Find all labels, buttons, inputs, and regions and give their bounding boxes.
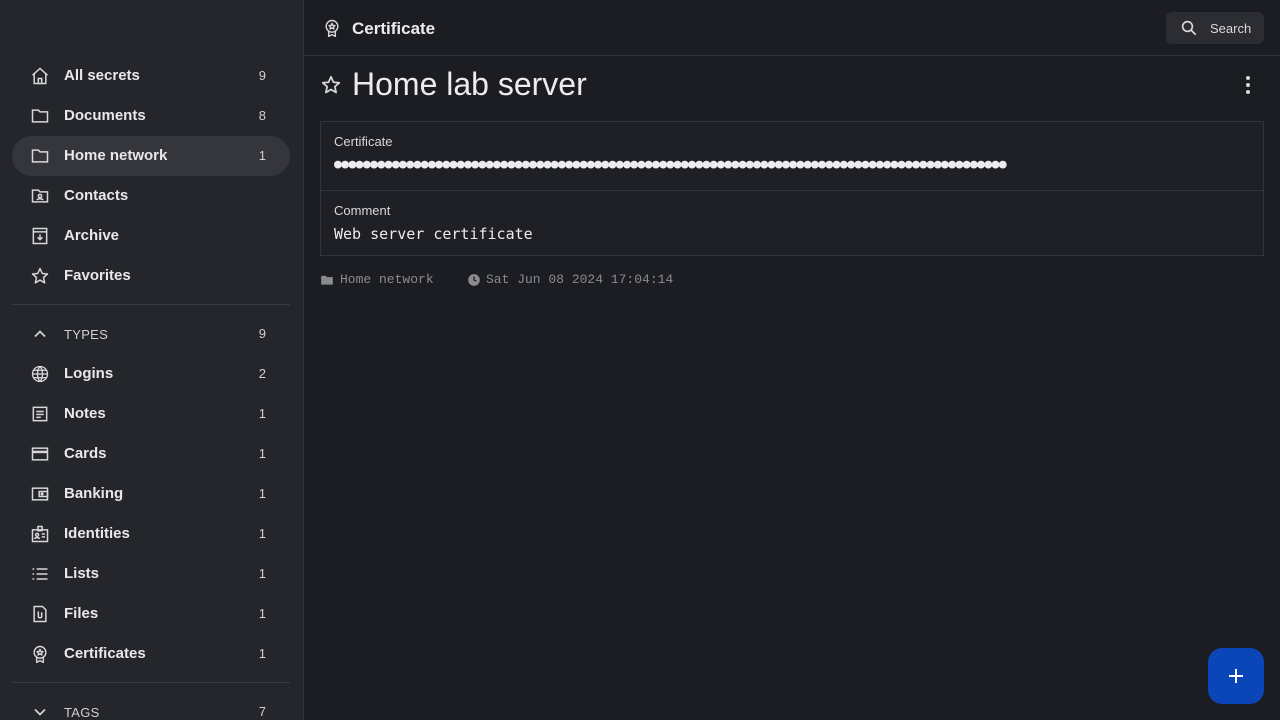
sidebar: All secrets 9 Documents 8 Home network 1…	[0, 0, 304, 720]
sidebar-item-label: Contacts	[64, 187, 129, 204]
favorite-star-icon[interactable]	[320, 74, 342, 96]
search-icon	[1181, 20, 1197, 36]
wallet-icon	[30, 484, 50, 504]
chevron-down-icon	[32, 704, 48, 720]
types-header-count: 9	[258, 326, 266, 341]
sidebar-item-label: Documents	[64, 107, 146, 124]
entry-detail: Home lab server Certificate ●●●●●●●●●●●●…	[304, 56, 1280, 720]
sidebar-item-label: Cards	[64, 445, 107, 462]
sidebar-item-label: Notes	[64, 405, 106, 422]
field-label: Comment	[334, 203, 391, 218]
search-button[interactable]: Search	[1166, 12, 1264, 44]
top-bar: Certificate Search	[304, 0, 1280, 56]
sidebar-item-archive[interactable]: Archive	[12, 216, 290, 256]
sidebar-item-favorites[interactable]: Favorites	[12, 256, 290, 296]
sidebar-item-count: 1	[258, 606, 266, 621]
sidebar-item-label: Certificates	[64, 645, 146, 662]
sidebar-item-count: 1	[258, 446, 266, 461]
sidebar-item-label: Banking	[64, 485, 124, 502]
certificate-icon	[322, 17, 342, 39]
sidebar-item-all-secrets[interactable]: All secrets 9	[12, 56, 290, 96]
certificate-masked-value[interactable]: ●●●●●●●●●●●●●●●●●●●●●●●●●●●●●●●●●●●●●●●●…	[334, 157, 1249, 172]
search-button-label: Search	[1210, 21, 1252, 36]
sidebar-item-label: All secrets	[64, 67, 140, 84]
sidebar-item-label: Identities	[64, 525, 130, 542]
sidebar-item-count: 9	[258, 68, 266, 83]
sidebar-item-label: Favorites	[64, 267, 131, 284]
sidebar-item-contacts[interactable]: Contacts	[12, 176, 290, 216]
sidebar-item-label: Home network	[64, 147, 168, 164]
page-title: Certificate	[352, 19, 436, 38]
file-attachment-icon	[30, 604, 50, 624]
note-icon	[30, 404, 50, 424]
chevron-up-icon	[32, 326, 48, 342]
list-icon	[30, 564, 50, 584]
sidebar-divider	[12, 304, 290, 305]
comment-field[interactable]: Comment Web server certificate	[320, 190, 1264, 256]
card-icon	[30, 444, 50, 464]
more-options-icon[interactable]	[1244, 76, 1252, 96]
sidebar-item-count: 1	[258, 406, 266, 421]
sidebar-item-lists[interactable]: Lists 1	[12, 554, 290, 594]
sidebar-item-count: 1	[258, 148, 266, 163]
sidebar-item-count: 2	[258, 366, 266, 381]
sidebar-item-cards[interactable]: Cards 1	[12, 434, 290, 474]
entry-title: Home lab server	[352, 66, 587, 102]
plus-icon	[1229, 669, 1243, 683]
home-icon	[30, 66, 50, 86]
sidebar-item-count: 1	[258, 486, 266, 501]
certificate-icon	[30, 644, 50, 664]
globe-icon	[30, 364, 50, 384]
entry-modified-date: Sat Jun 08 2024 17:04:14	[486, 272, 674, 287]
sidebar-item-count: 8	[258, 108, 266, 123]
sidebar-item-documents[interactable]: Documents 8	[12, 96, 290, 136]
sidebar-item-label: Logins	[64, 365, 114, 382]
archive-icon	[30, 226, 50, 246]
sidebar-item-label: Files	[64, 605, 99, 622]
star-icon	[30, 266, 50, 286]
tags-section-header[interactable]: TAGS 7	[12, 692, 290, 720]
folder-icon	[30, 106, 50, 126]
sidebar-item-notes[interactable]: Notes 1	[12, 394, 290, 434]
sidebar-item-count: 1	[258, 646, 266, 661]
sidebar-item-identities[interactable]: Identities 1	[12, 514, 290, 554]
sidebar-item-certificates[interactable]: Certificates 1	[12, 634, 290, 674]
sidebar-item-logins[interactable]: Logins 2	[12, 354, 290, 394]
comment-value[interactable]: Web server certificate	[334, 225, 533, 243]
tags-header-label: TAGS	[64, 705, 100, 720]
contacts-folder-icon	[30, 186, 50, 206]
add-secret-button[interactable]	[1208, 648, 1264, 704]
types-section-header[interactable]: TYPES 9	[12, 314, 290, 354]
folder-icon	[321, 275, 333, 285]
sidebar-item-files[interactable]: Files 1	[12, 594, 290, 634]
id-badge-icon	[30, 524, 50, 544]
sidebar-item-banking[interactable]: Banking 1	[12, 474, 290, 514]
sidebar-item-label: Archive	[64, 227, 120, 244]
sidebar-item-label: Lists	[64, 565, 100, 582]
field-label: Certificate	[334, 134, 393, 149]
sidebar-divider	[12, 682, 290, 683]
types-header-label: TYPES	[64, 327, 109, 342]
entry-folder-name: Home network	[340, 272, 434, 287]
folder-icon	[30, 146, 50, 166]
sidebar-item-home-network[interactable]: Home network 1	[12, 136, 290, 176]
tags-header-count: 7	[258, 704, 266, 719]
sidebar-item-count: 1	[258, 566, 266, 581]
certificate-field[interactable]: Certificate ●●●●●●●●●●●●●●●●●●●●●●●●●●●●…	[320, 121, 1264, 191]
clock-icon	[468, 274, 480, 286]
sidebar-item-count: 1	[258, 526, 266, 541]
